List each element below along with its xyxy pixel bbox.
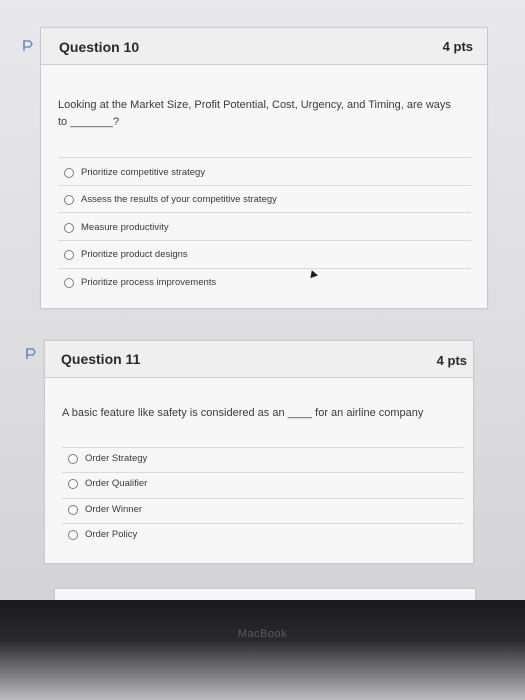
q10-option-5[interactable]: Prioritize process improvements: [64, 277, 216, 288]
radio-button[interactable]: [64, 167, 74, 178]
q10-option-4[interactable]: Prioritize product designs: [64, 249, 188, 260]
option-label: Prioritize process improvements: [81, 277, 217, 288]
q10-option-2[interactable]: Assess the results of your competitive s…: [64, 194, 277, 205]
question-11-header: Question 11 4 pts: [45, 341, 473, 378]
radio-button[interactable]: [64, 249, 74, 260]
option-label: Order Strategy: [85, 453, 148, 464]
question-10-title: Question 10: [59, 39, 140, 55]
divider: [58, 268, 471, 269]
divider: [58, 212, 471, 213]
divider: [62, 498, 463, 499]
question-11-prompt: A basic feature like safety is considere…: [62, 407, 424, 419]
option-label: Prioritize competitive strategy: [81, 167, 206, 178]
divider: [58, 157, 471, 158]
radio-button[interactable]: [64, 194, 74, 205]
q11-option-1[interactable]: Order Strategy: [68, 453, 147, 464]
q10-option-3[interactable]: Measure productivity: [64, 222, 169, 233]
q11-option-2[interactable]: Order Qualifier: [68, 478, 147, 489]
radio-button[interactable]: [64, 222, 74, 233]
question-11-card: Question 11 4 pts A basic feature like s…: [44, 340, 474, 564]
divider: [62, 447, 463, 448]
question-10-prompt-line1: Looking at the Market Size, Profit Poten…: [58, 99, 451, 111]
radio-button[interactable]: [68, 453, 78, 464]
question-10-prompt-line2: to _______?: [58, 116, 120, 128]
bookmark-flag-icon[interactable]: [26, 348, 36, 360]
question-11-title: Question 11: [61, 351, 141, 367]
option-label: Assess the results of your competitive s…: [81, 194, 277, 205]
radio-button[interactable]: [68, 478, 78, 489]
q11-option-4[interactable]: Order Policy: [68, 529, 137, 540]
question-10-prompt: Looking at the Market Size, Profit Poten…: [58, 97, 478, 131]
question-10-header: Question 10 4 pts: [41, 28, 487, 65]
option-label: Order Qualifier: [85, 478, 148, 489]
divider: [62, 472, 463, 473]
option-label: Order Policy: [85, 529, 138, 540]
bookmark-flag-icon[interactable]: [23, 40, 33, 52]
option-label: Prioritize product designs: [81, 249, 188, 260]
option-label: Measure productivity: [81, 222, 169, 233]
q11-option-3[interactable]: Order Winner: [68, 504, 142, 515]
macbook-logo-text: MacBook: [237, 628, 288, 640]
radio-button[interactable]: [64, 277, 74, 288]
divider: [58, 185, 471, 186]
quiz-screen: Question 10 4 pts Looking at the Market …: [0, 0, 525, 619]
radio-button[interactable]: [68, 504, 78, 515]
option-label: Order Winner: [85, 504, 143, 515]
radio-button[interactable]: [68, 529, 78, 540]
question-11-points: 4 pts: [436, 353, 467, 368]
question-10-points: 4 pts: [442, 39, 473, 54]
question-10-card: Question 10 4 pts Looking at the Market …: [40, 27, 488, 309]
laptop-bezel: [0, 600, 525, 700]
q10-option-1[interactable]: Prioritize competitive strategy: [64, 167, 205, 178]
divider: [58, 240, 471, 241]
divider: [62, 523, 463, 524]
